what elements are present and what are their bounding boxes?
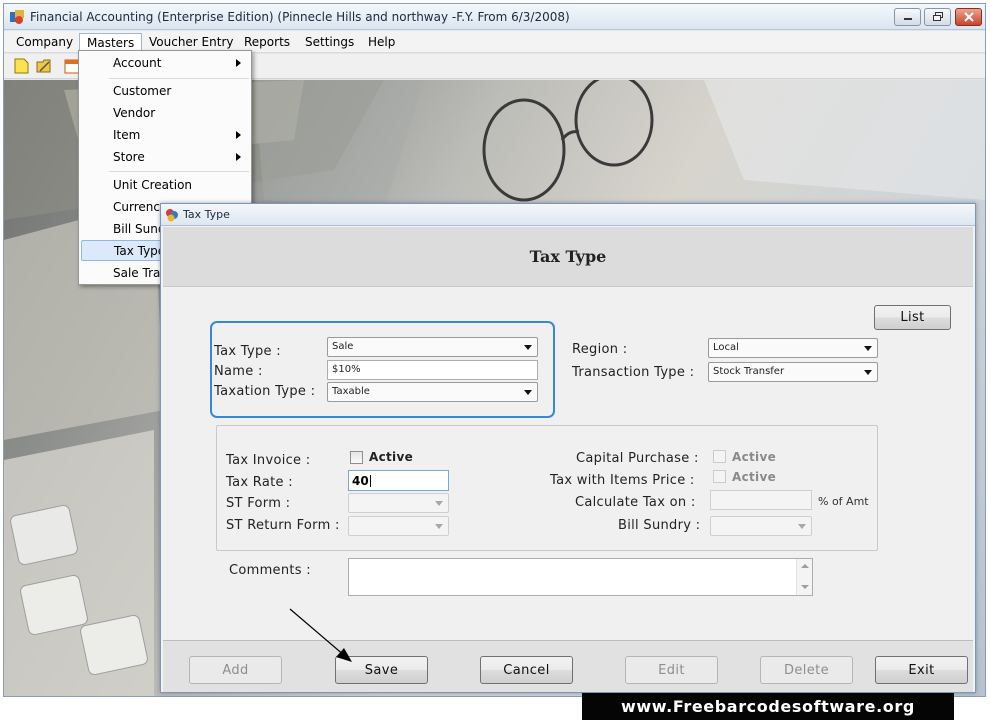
minimize-button[interactable] <box>894 8 921 26</box>
name-label: Name : <box>214 364 263 379</box>
app-icon <box>10 10 24 24</box>
st-form-select[interactable] <box>348 493 449 513</box>
menu-item-label: Store <box>113 150 145 164</box>
edit-button[interactable]: Edit <box>625 656 718 684</box>
text-cursor <box>369 475 371 487</box>
chevron-down-icon <box>435 501 443 506</box>
menu-item-label: Currency <box>113 200 168 214</box>
st-return-form-select[interactable] <box>348 516 449 536</box>
region-select[interactable]: Local <box>708 338 878 358</box>
window-title: Financial Accounting (Enterprise Edition… <box>30 10 570 24</box>
calculate-tax-on-input[interactable] <box>710 490 812 510</box>
menu-item-customer[interactable]: Customer <box>81 81 249 102</box>
name-input[interactable]: $10% <box>327 360 538 380</box>
minimize-icon <box>903 18 912 20</box>
new-icon[interactable] <box>12 57 30 75</box>
cancel-button[interactable]: Cancel <box>480 656 573 684</box>
chevron-down-icon <box>798 524 806 529</box>
close-icon <box>963 12 974 22</box>
comments-textarea[interactable] <box>348 558 813 596</box>
tax-with-items-price-label: Tax with Items Price : <box>550 473 695 488</box>
dialog-heading: Tax Type <box>529 247 607 266</box>
bill-sundry-label: Bill Sundry : <box>618 518 701 533</box>
scroll-down-icon[interactable] <box>801 585 809 589</box>
menu-item-label: Item <box>113 128 141 142</box>
tax-type-window-icon <box>166 209 178 222</box>
menu-item-account[interactable]: Account <box>81 53 249 74</box>
comments-label: Comments : <box>229 563 311 578</box>
transaction-type-select[interactable]: Stock Transfer <box>708 362 878 382</box>
capital-purchase-label: Capital Purchase : <box>576 451 699 466</box>
capital-purchase-active-label: Active <box>732 450 777 464</box>
close-button[interactable] <box>955 8 982 26</box>
dialog-footer: Add Save Cancel Edit Delete Exit <box>163 640 973 692</box>
menu-item-label: Sale Tra <box>113 266 161 280</box>
tax-type-label: Tax Type : <box>214 344 281 359</box>
tax-rate-label: Tax Rate : <box>226 475 293 490</box>
menu-item-label: Tax Type <box>114 244 166 258</box>
tax-rate-input[interactable]: 40 <box>348 470 449 491</box>
tax-type-window: Tax Type Tax Type List Tax Type : Sale N… <box>160 203 976 693</box>
comments-scrollbar[interactable] <box>796 559 812 595</box>
dialog-title-bar: Tax Type <box>161 204 975 226</box>
dialog-header: Tax Type <box>163 227 973 287</box>
capital-purchase-checkbox[interactable] <box>713 450 726 463</box>
open-icon[interactable] <box>35 57 53 75</box>
menu-item-label: Unit Creation <box>113 178 193 192</box>
watermark-banner: www.Freebarcodesoftware.org <box>582 693 954 720</box>
dialog-title: Tax Type <box>183 208 230 221</box>
tax-type-value: Sale <box>332 341 354 352</box>
tax-invoice-active-label: Active <box>369 450 414 464</box>
tax-invoice-label: Tax Invoice : <box>226 453 311 468</box>
tax-type-select[interactable]: Sale <box>327 337 538 357</box>
percent-of-amount-label: % of Amt <box>818 495 869 508</box>
menu-item-item[interactable]: Item <box>81 125 249 146</box>
restore-button[interactable] <box>924 8 951 26</box>
title-bar: Financial Accounting (Enterprise Edition… <box>4 4 985 30</box>
tax-with-items-price-active-label: Active <box>732 470 777 484</box>
transaction-type-label: Transaction Type : <box>572 365 695 380</box>
tax-with-items-price-checkbox[interactable] <box>713 470 726 483</box>
menu-item-unit-creation[interactable]: Unit Creation <box>81 175 249 196</box>
menu-separator <box>109 171 249 172</box>
restore-icon <box>932 12 943 21</box>
taxation-type-label: Taxation Type : <box>214 384 316 399</box>
save-button[interactable]: Save <box>335 656 428 684</box>
tax-invoice-checkbox[interactable] <box>350 451 363 464</box>
exit-button[interactable]: Exit <box>875 656 968 684</box>
submenu-arrow-icon <box>236 59 241 67</box>
region-value: Local <box>713 342 739 353</box>
chevron-down-icon <box>524 390 532 395</box>
chevron-down-icon <box>864 346 872 351</box>
chevron-down-icon <box>864 370 872 375</box>
delete-button[interactable]: Delete <box>760 656 853 684</box>
chevron-down-icon <box>524 345 532 350</box>
region-label: Region : <box>572 342 628 357</box>
taxation-type-select[interactable]: Taxable <box>327 382 538 402</box>
taxation-type-value: Taxable <box>332 386 370 397</box>
tax-rate-value: 40 <box>352 474 369 488</box>
submenu-arrow-icon <box>236 131 241 139</box>
menu-settings[interactable]: Settings <box>298 33 361 52</box>
st-return-form-label: ST Return Form : <box>226 518 340 533</box>
calculate-tax-on-label: Calculate Tax on : <box>575 495 696 510</box>
menu-separator <box>109 78 249 79</box>
menu-item-label: Account <box>113 56 162 70</box>
menu-item-label: Vendor <box>113 106 156 120</box>
chevron-down-icon <box>435 524 443 529</box>
dialog-body: List Tax Type : Sale Name : $10% Taxatio… <box>163 288 973 640</box>
menu-help[interactable]: Help <box>361 33 402 52</box>
menu-company[interactable]: Company <box>9 33 80 52</box>
add-button[interactable]: Add <box>189 656 282 684</box>
transaction-type-value: Stock Transfer <box>713 366 785 377</box>
menu-item-vendor[interactable]: Vendor <box>81 103 249 124</box>
menu-item-label: Customer <box>113 84 172 98</box>
scroll-up-icon[interactable] <box>801 564 809 568</box>
menu-item-store[interactable]: Store <box>81 147 249 168</box>
bill-sundry-select[interactable] <box>710 516 812 536</box>
submenu-arrow-icon <box>236 153 241 161</box>
list-button[interactable]: List <box>874 305 951 330</box>
st-form-label: ST Form : <box>226 496 291 511</box>
